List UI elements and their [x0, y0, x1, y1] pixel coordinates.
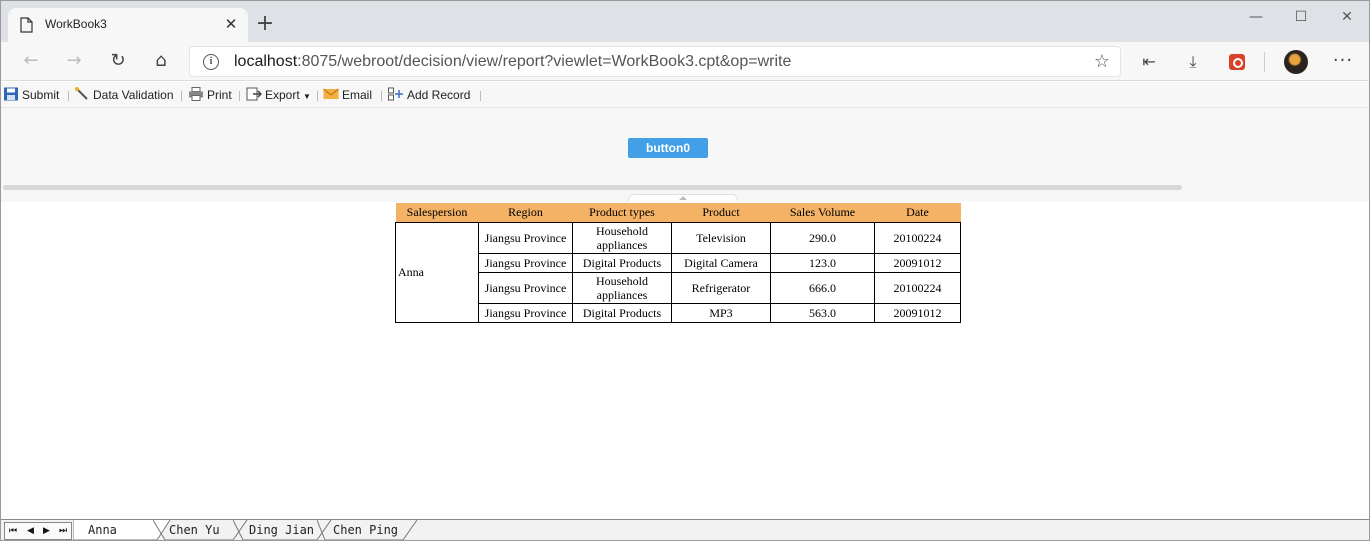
- sales-volume-cell: 290.0: [770, 221, 875, 254]
- toolbar-separator: [480, 91, 481, 101]
- email-icon: [323, 88, 339, 99]
- info-icon[interactable]: i: [203, 54, 219, 70]
- page-icon: [20, 17, 33, 33]
- last-sheet-icon[interactable]: ⏭: [59, 524, 67, 538]
- print-icon: [189, 87, 203, 101]
- date-cell: 20091012: [874, 302, 961, 323]
- tab-close-icon[interactable]: ✕: [220, 13, 242, 35]
- tab-title: WorkBook3: [45, 17, 107, 31]
- new-tab-button[interactable]: +: [253, 13, 277, 37]
- home-icon[interactable]: ⌂: [148, 48, 174, 74]
- region-cell: Jiangsu Province: [478, 271, 573, 304]
- table-row: Jiangsu Province Household appliances Re…: [396, 271, 961, 304]
- table-row: Anna Jiangsu Province Household applianc…: [395, 221, 961, 323]
- sales-volume-cell: 666.0: [770, 271, 875, 304]
- product-cell: Television: [671, 221, 771, 254]
- product-cell: MP3: [671, 302, 771, 323]
- date-cell: 20091012: [874, 252, 961, 273]
- print-button[interactable]: Print: [188, 86, 232, 104]
- header-cell: Region: [478, 203, 573, 222]
- profile-avatar[interactable]: [1284, 50, 1308, 74]
- header-cell: Date: [874, 203, 961, 222]
- header-row: Salespersion Region Product types Produc…: [395, 203, 961, 222]
- email-button[interactable]: Email: [323, 86, 372, 104]
- table-row: Jiangsu Province Digital Products MP3 56…: [396, 302, 961, 323]
- sheet-tab-chen-ping[interactable]: Chen Ping: [317, 520, 419, 540]
- toolbar-separator: [317, 91, 318, 101]
- region-cell: Jiangsu Province: [478, 221, 573, 254]
- add-record-button[interactable]: Add Record: [388, 86, 470, 104]
- date-cell: 20100224: [874, 271, 961, 304]
- wand-icon: [75, 87, 88, 100]
- prev-sheet-icon[interactable]: ◀: [27, 524, 34, 538]
- maximize-button[interactable]: ☐: [1286, 7, 1316, 27]
- export-button[interactable]: Export ▼: [246, 86, 311, 104]
- toolbar-separator: [68, 91, 69, 101]
- collapse-panel-handle[interactable]: [628, 194, 738, 202]
- product-type-cell: Household appliances: [572, 271, 672, 304]
- export-icon: [246, 87, 262, 101]
- product-type-cell: Digital Products: [572, 302, 672, 323]
- header-cell: Sales Volume: [770, 203, 875, 222]
- submit-button[interactable]: Submit: [3, 86, 59, 104]
- region-cell: Jiangsu Province: [478, 252, 573, 273]
- data-validation-button[interactable]: Data Validation: [74, 86, 174, 104]
- sheet-tab-bar: ⏮ ◀ ▶ ⏭ Anna Chen Yu Ding Jian Chen Ping: [1, 519, 1369, 540]
- star-icon[interactable]: ☆: [1094, 51, 1110, 72]
- url-text[interactable]: localhost:8075/webroot/decision/view/rep…: [234, 53, 791, 71]
- extension-icon[interactable]: [1229, 54, 1245, 70]
- button0[interactable]: button0: [628, 138, 708, 158]
- forward-icon[interactable]: →: [61, 48, 87, 74]
- header-cell: Product types: [572, 203, 672, 222]
- first-sheet-icon[interactable]: ⏮: [9, 524, 17, 538]
- chevron-down-icon: ▼: [303, 92, 311, 101]
- download-icon[interactable]: ⤓: [1181, 50, 1205, 74]
- browser-window: WorkBook3 ✕ + — ☐ ✕ ← → ↻ ⌂ i localhost:…: [0, 0, 1370, 541]
- report-toolbar: Submit Data Validation Print Export ▼ Em…: [1, 82, 1369, 108]
- header-cell: Product: [671, 203, 771, 222]
- horizontal-scrollbar[interactable]: [3, 185, 1182, 190]
- region-cell: Jiangsu Province: [478, 302, 573, 323]
- date-cell: 20100224: [874, 221, 961, 254]
- product-type-cell: Digital Products: [572, 252, 672, 273]
- sales-volume-cell: 123.0: [770, 252, 875, 273]
- parameter-panel: button0: [1, 108, 1369, 202]
- collections-icon[interactable]: ⇤: [1137, 50, 1161, 74]
- toolbar-separator: [381, 91, 382, 101]
- toolbar-separator: [239, 91, 240, 101]
- product-type-cell: Household appliances: [572, 221, 672, 254]
- next-sheet-icon[interactable]: ▶: [43, 524, 50, 538]
- address-bar-row: ← → ↻ ⌂ i localhost:8075/webroot/decisio…: [1, 42, 1369, 81]
- product-cell: Refrigerator: [671, 271, 771, 304]
- tab-strip: WorkBook3 ✕ + — ☐ ✕: [1, 1, 1369, 42]
- browser-tab[interactable]: WorkBook3 ✕: [8, 8, 248, 42]
- product-cell: Digital Camera: [671, 252, 771, 273]
- report-table: Salespersion Region Product types Produc…: [395, 203, 961, 323]
- divider: [1264, 52, 1265, 72]
- toolbar-separator: [181, 91, 182, 101]
- save-icon: [4, 87, 18, 101]
- refresh-icon[interactable]: ↻: [105, 48, 131, 74]
- add-record-icon: [388, 87, 403, 101]
- salesperson-cell: Anna: [395, 221, 479, 323]
- more-icon[interactable]: ···: [1331, 50, 1355, 74]
- url-bar[interactable]: i localhost:8075/webroot/decision/view/r…: [189, 46, 1121, 77]
- close-window-button[interactable]: ✕: [1332, 7, 1362, 27]
- sales-volume-cell: 563.0: [770, 302, 875, 323]
- minimize-button[interactable]: —: [1241, 7, 1271, 27]
- table-row: Jiangsu Province Digital Products Digita…: [396, 252, 961, 273]
- sheet-navigator: ⏮ ◀ ▶ ⏭: [4, 522, 72, 540]
- header-cell: Salespersion: [395, 203, 479, 222]
- back-icon[interactable]: ←: [18, 48, 44, 74]
